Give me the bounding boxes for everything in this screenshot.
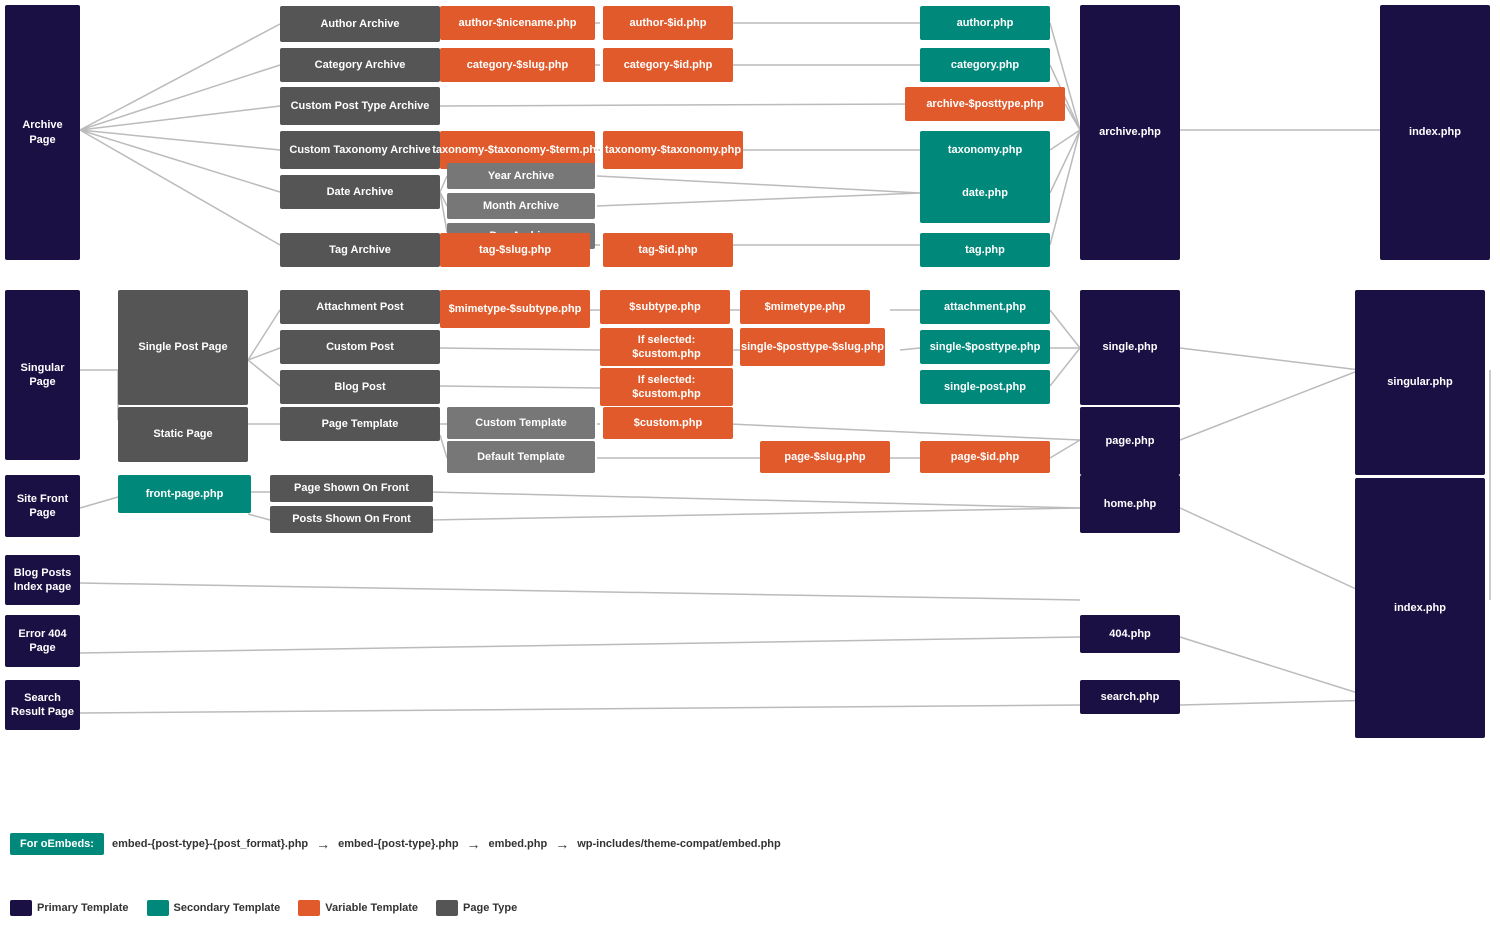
archive-php-node: archive.php <box>1080 5 1180 260</box>
default-template-node: Default Template <box>447 441 595 473</box>
legend-page-type-label: Page Type <box>463 902 517 914</box>
embed-item-1: embed-{post-type}-{post_format}.php <box>112 838 308 850</box>
tag-php-node: tag.php <box>920 233 1050 267</box>
custom-template-node: Custom Template <box>447 407 595 439</box>
connector-lines <box>0 0 1500 934</box>
index-php-main-node: index.php <box>1380 5 1490 260</box>
if-selected-custom2-node: If selected: $custom.php <box>600 368 733 406</box>
legend: Primary Template Secondary Template Vari… <box>10 900 517 916</box>
legend-variable: Variable Template <box>298 900 418 916</box>
attachment-php-node: attachment.php <box>920 290 1050 324</box>
category-id-node: category-$id.php <box>603 48 733 82</box>
archive-posttype-node: archive-$posttype.php <box>905 87 1065 121</box>
if-selected-custom-node: If selected: $custom.php <box>600 328 733 366</box>
legend-primary-label: Primary Template <box>37 902 129 914</box>
page-id-node: page-$id.php <box>920 441 1050 473</box>
subtype-php-node: $subtype.php <box>600 290 730 324</box>
single-php-node: single.php <box>1080 290 1180 405</box>
embed-arrow-3: → <box>555 836 569 852</box>
index-php-right-node: index.php <box>1355 478 1485 738</box>
singular-page-node: Singular Page <box>5 290 80 460</box>
legend-variable-label: Variable Template <box>325 902 418 914</box>
blog-post-node: Blog Post <box>280 370 440 404</box>
page-shown-front-node: Page Shown On Front <box>270 475 433 502</box>
author-archive-node: Author Archive <box>280 6 440 42</box>
embed-item-2: embed-{post-type}.php <box>338 838 458 850</box>
tag-archive-node: Tag Archive <box>280 233 440 267</box>
search-result-node: Search Result Page <box>5 680 80 730</box>
single-posttype-slug-node: single-$posttype-$slug.php <box>740 328 885 366</box>
site-front-page-node: Site Front Page <box>5 475 80 537</box>
static-page-node: Static Page <box>118 407 248 462</box>
search-php-node: search.php <box>1080 680 1180 714</box>
author-nicename-node: author-$nicename.php <box>440 6 595 40</box>
front-page-php-node: front-page.php <box>118 475 251 513</box>
legend-page-type: Page Type <box>436 900 517 916</box>
legend-secondary-box <box>147 900 169 916</box>
legend-page-type-box <box>436 900 458 916</box>
taxonomy-tax-node: taxonomy-$taxonomy.php <box>603 131 743 169</box>
php-404-node: 404.php <box>1080 615 1180 653</box>
custom-php-node: $custom.php <box>603 407 733 439</box>
home-php-node: home.php <box>1080 475 1180 533</box>
author-id-node: author-$id.php <box>603 6 733 40</box>
single-posttype-node: single-$posttype.php <box>920 330 1050 364</box>
legend-secondary-label: Secondary Template <box>174 902 281 914</box>
month-archive-node: Month Archive <box>447 193 595 219</box>
mimetype-php-node: $mimetype.php <box>740 290 870 324</box>
embed-arrow-2: → <box>467 836 481 852</box>
custom-taxonomy-archive-node: Custom Taxonomy Archive <box>280 131 440 169</box>
attachment-post-node: Attachment Post <box>280 290 440 324</box>
single-post-page-node: Single Post Page <box>118 290 248 405</box>
legend-variable-box <box>298 900 320 916</box>
diagram-container: Archive Page Author Archive author-$nice… <box>0 0 1500 934</box>
custom-post-type-archive-node: Custom Post Type Archive <box>280 87 440 125</box>
mime-subtype-node: $mimetype-$subtype.php <box>440 290 590 328</box>
posts-shown-front-node: Posts Shown On Front <box>270 506 433 533</box>
tag-id-node: tag-$id.php <box>603 233 733 267</box>
author-php-node: author.php <box>920 6 1050 40</box>
single-post-php-node: single-post.php <box>920 370 1050 404</box>
blog-posts-index-node: Blog Posts Index page <box>5 555 80 605</box>
category-php-node: category.php <box>920 48 1050 82</box>
error-404-node: Error 404 Page <box>5 615 80 667</box>
legend-primary-box <box>10 900 32 916</box>
embed-label: For oEmbeds: <box>10 833 104 855</box>
category-archive-node: Category Archive <box>280 48 440 82</box>
embed-arrow-1: → <box>316 836 330 852</box>
tag-slug-node: tag-$slug.php <box>440 233 590 267</box>
embed-bar: For oEmbeds: embed-{post-type}-{post_for… <box>10 829 781 859</box>
category-slug-node: category-$slug.php <box>440 48 595 82</box>
archive-page-node: Archive Page <box>5 5 80 260</box>
page-slug-node: page-$slug.php <box>760 441 890 473</box>
custom-post-node: Custom Post <box>280 330 440 364</box>
year-archive-node: Year Archive <box>447 163 595 189</box>
page-php-node: page.php <box>1080 407 1180 475</box>
legend-primary: Primary Template <box>10 900 129 916</box>
date-php-node: date.php <box>920 163 1050 223</box>
date-archive-node: Date Archive <box>280 175 440 209</box>
legend-secondary: Secondary Template <box>147 900 281 916</box>
embed-item-3: embed.php <box>489 838 548 850</box>
embed-item-4: wp-includes/theme-compat/embed.php <box>577 838 781 850</box>
singular-php-node: singular.php <box>1355 290 1485 475</box>
page-template-node: Page Template <box>280 407 440 441</box>
